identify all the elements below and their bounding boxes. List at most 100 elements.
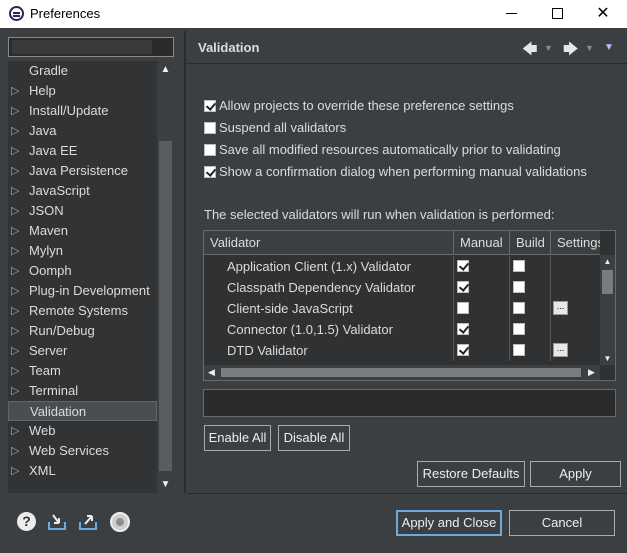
build-cell[interactable]	[510, 298, 551, 319]
column-header-build[interactable]: Build	[510, 231, 551, 255]
apply-and-close-button[interactable]: Apply and Close	[396, 510, 502, 536]
tree-item[interactable]: ▷ Java Persistence	[8, 161, 157, 181]
tree-item[interactable]: ▷ Maven	[8, 221, 157, 241]
expand-arrow-icon[interactable]: ▷	[11, 281, 21, 301]
expand-arrow-icon[interactable]: ▷	[11, 241, 21, 261]
scroll-down-icon[interactable]: ▼	[600, 352, 615, 365]
manual-checkbox[interactable]	[457, 260, 469, 272]
manual-cell[interactable]	[454, 340, 510, 361]
record-icon[interactable]	[110, 512, 130, 532]
expand-arrow-icon[interactable]: ▷	[11, 141, 21, 161]
expand-arrow-icon[interactable]: ▷	[11, 301, 21, 321]
table-row[interactable]: Connector (1.0,1.5) Validator	[204, 319, 600, 340]
minimize-button[interactable]	[488, 0, 534, 28]
tree-item[interactable]: ▷ XML	[8, 461, 157, 481]
expand-arrow-icon[interactable]: ▷	[11, 381, 21, 401]
expand-arrow-icon[interactable]: ▷	[11, 121, 21, 141]
expand-arrow-icon[interactable]: ▷	[11, 341, 21, 361]
arrow-right-icon[interactable]: 🡆	[563, 39, 579, 64]
tree-item[interactable]: Validation	[8, 401, 157, 421]
checkbox[interactable]	[204, 122, 216, 134]
expand-arrow-icon[interactable]: ▷	[11, 161, 21, 181]
tree-item[interactable]: ▷ JavaScript	[8, 181, 157, 201]
manual-cell[interactable]	[454, 256, 510, 277]
tree-item[interactable]: ▷ Oomph	[8, 261, 157, 281]
build-cell[interactable]	[510, 256, 551, 277]
table-hscrollbar[interactable]: ◀ ▶	[204, 365, 600, 380]
expand-arrow-icon[interactable]: ▷	[11, 81, 21, 101]
view-menu-icon[interactable]: ▼	[604, 42, 614, 53]
chevron-down-icon[interactable]: ▼	[544, 43, 553, 53]
tree-item[interactable]: ▷ Java	[8, 121, 157, 141]
apply-button[interactable]: Apply	[530, 461, 621, 487]
tree-item[interactable]: ▷ Web	[8, 421, 157, 441]
expand-arrow-icon[interactable]: ▷	[11, 441, 21, 461]
build-cell[interactable]	[510, 319, 551, 340]
export-icon[interactable]	[78, 512, 98, 532]
scroll-up-icon[interactable]: ▲	[600, 255, 615, 268]
settings-button[interactable]: ...	[553, 301, 568, 315]
checkbox[interactable]	[204, 100, 216, 112]
tree-scrollbar[interactable]: ▲ ▼	[157, 61, 174, 493]
scroll-down-icon[interactable]: ▼	[157, 476, 174, 493]
cancel-button[interactable]: Cancel	[509, 510, 615, 536]
enable-all-button[interactable]: Enable All	[204, 425, 271, 451]
table-row[interactable]: Client-side JavaScript...	[204, 298, 600, 319]
scroll-thumb[interactable]	[221, 368, 581, 377]
column-header-manual[interactable]: Manual	[454, 231, 510, 255]
tree-item[interactable]: ▷ Web Services	[8, 441, 157, 461]
tree-item[interactable]: ▷ Server	[8, 341, 157, 361]
manual-checkbox[interactable]	[457, 281, 469, 293]
sash[interactable]	[184, 31, 186, 493]
build-checkbox[interactable]	[513, 260, 525, 272]
filter-input[interactable]	[8, 37, 174, 57]
tree-item[interactable]: ▷ Run/Debug	[8, 321, 157, 341]
table-row[interactable]: DTD Validator...	[204, 340, 600, 361]
tree-item[interactable]: Gradle	[8, 61, 157, 81]
table-row[interactable]: Classpath Dependency Validator	[204, 277, 600, 298]
column-header-validator[interactable]: Validator	[204, 231, 454, 255]
tree-item[interactable]: ▷ Team	[8, 361, 157, 381]
table-row[interactable]: Application Client (1.x) Validator	[204, 256, 600, 277]
expand-arrow-icon[interactable]: ▷	[11, 321, 21, 341]
tree-item[interactable]: ▷ Terminal	[8, 381, 157, 401]
expand-arrow-icon[interactable]: ▷	[11, 261, 21, 281]
build-checkbox[interactable]	[513, 302, 525, 314]
disable-all-button[interactable]: Disable All	[278, 425, 350, 451]
build-cell[interactable]	[510, 340, 551, 361]
scroll-thumb[interactable]	[602, 270, 613, 294]
manual-cell[interactable]	[454, 298, 510, 319]
build-checkbox[interactable]	[513, 281, 525, 293]
expand-arrow-icon[interactable]: ▷	[11, 421, 21, 441]
import-icon[interactable]	[47, 512, 67, 532]
settings-button[interactable]: ...	[553, 343, 568, 357]
scroll-left-icon[interactable]: ◀	[204, 365, 219, 380]
help-icon[interactable]: ?	[17, 512, 36, 531]
preference-tree[interactable]: Gradle ▷ Help ▷ Install/Update ▷ Java ▷ Java EE ▷…	[8, 61, 174, 493]
tree-item[interactable]: ▷ Mylyn	[8, 241, 157, 261]
filter-text[interactable]	[12, 40, 152, 54]
chevron-down-icon[interactable]: ▼	[585, 43, 594, 53]
tree-item[interactable]: ▷ JSON	[8, 201, 157, 221]
manual-cell[interactable]	[454, 319, 510, 340]
table-vscrollbar[interactable]: ▲ ▼	[600, 255, 615, 365]
manual-cell[interactable]	[454, 277, 510, 298]
expand-arrow-icon[interactable]: ▷	[11, 181, 21, 201]
validators-table[interactable]: Validator Manual Build Settings Applicat…	[203, 230, 616, 381]
tree-item[interactable]: ▷ Plug-in Development	[8, 281, 157, 301]
checkbox[interactable]	[204, 166, 216, 178]
scroll-thumb[interactable]	[159, 141, 172, 471]
arrow-left-icon[interactable]: 🡄	[522, 39, 538, 64]
expand-arrow-icon[interactable]: ▷	[11, 361, 21, 381]
scroll-up-icon[interactable]: ▲	[157, 61, 174, 78]
scroll-right-icon[interactable]: ▶	[584, 365, 599, 380]
expand-arrow-icon[interactable]: ▷	[11, 461, 21, 481]
checkbox[interactable]	[204, 144, 216, 156]
expand-arrow-icon[interactable]: ▷	[11, 201, 21, 221]
manual-checkbox[interactable]	[457, 323, 469, 335]
column-header-settings[interactable]: Settings	[551, 231, 600, 255]
expand-arrow-icon[interactable]: ▷	[11, 221, 21, 241]
tree-item[interactable]: ▷ Help	[8, 81, 157, 101]
manual-checkbox[interactable]	[457, 302, 469, 314]
expand-arrow-icon[interactable]: ▷	[11, 101, 21, 121]
